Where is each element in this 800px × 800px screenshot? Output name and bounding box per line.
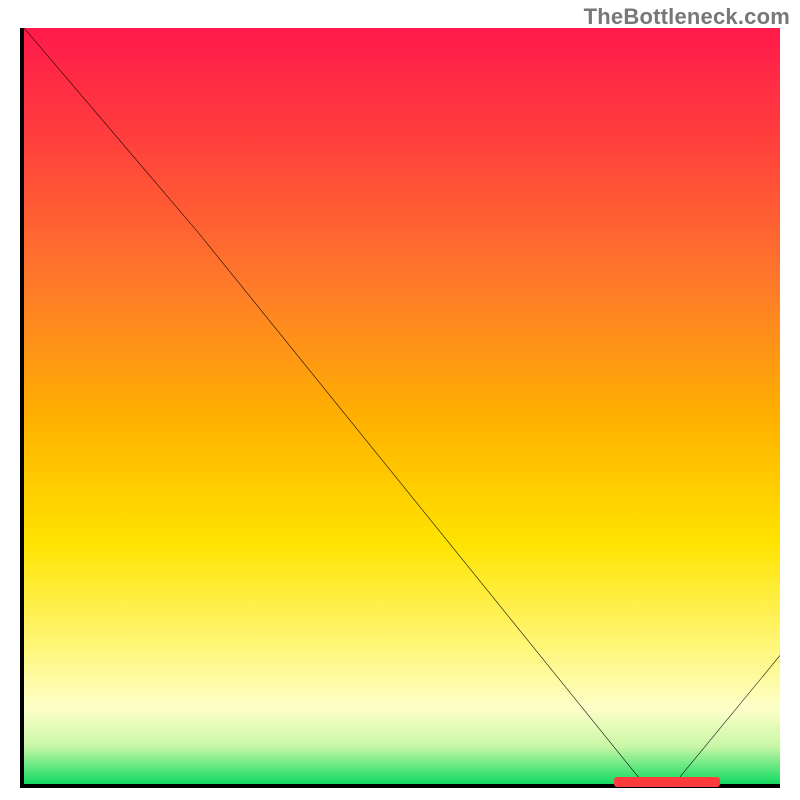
chart-stage: TheBottleneck.com bbox=[0, 0, 800, 800]
data-line bbox=[24, 28, 780, 784]
bottleneck-marker bbox=[614, 777, 720, 787]
plot-area bbox=[20, 28, 780, 788]
watermark-text: TheBottleneck.com bbox=[584, 4, 790, 30]
